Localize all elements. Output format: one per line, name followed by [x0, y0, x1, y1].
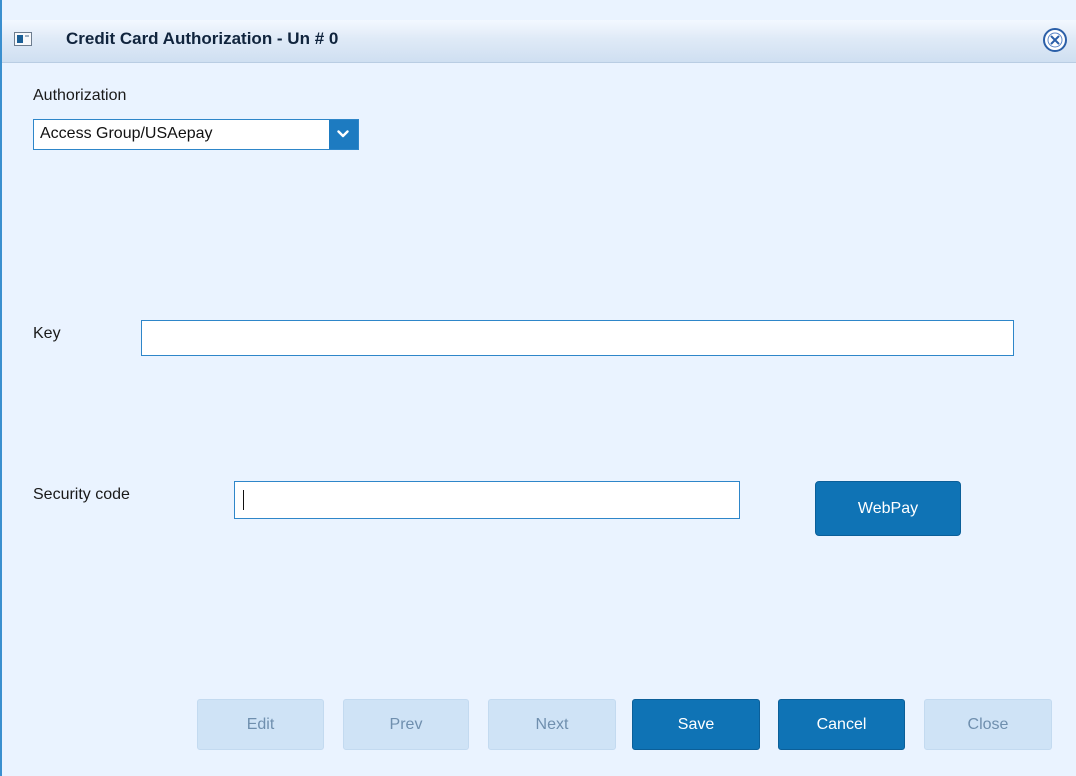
webpay-button[interactable]: WebPay: [815, 481, 961, 536]
security-code-label: Security code: [33, 486, 130, 503]
key-input[interactable]: [141, 320, 1014, 356]
close-circle-icon[interactable]: [1042, 27, 1068, 53]
key-label: Key: [33, 325, 61, 342]
text-caret: [243, 490, 244, 510]
credit-card-authorization-window: Credit Card Authorization - Un # 0 Autho…: [0, 0, 1076, 776]
security-code-field[interactable]: [234, 481, 740, 519]
save-button[interactable]: Save: [632, 699, 760, 750]
window-title: Credit Card Authorization - Un # 0: [66, 29, 339, 48]
authorization-label: Authorization: [33, 87, 127, 104]
app-window-icon: [14, 32, 32, 46]
authorization-select[interactable]: Access Group/USAepay: [33, 119, 359, 150]
security-code-input[interactable]: [234, 481, 740, 519]
title-bar: Credit Card Authorization - Un # 0: [2, 20, 1076, 63]
cancel-button[interactable]: Cancel: [778, 699, 905, 750]
close-button[interactable]: Close: [924, 699, 1052, 750]
prev-button[interactable]: Prev: [343, 699, 469, 750]
chevron-down-icon[interactable]: [329, 120, 358, 149]
edit-button[interactable]: Edit: [197, 699, 324, 750]
next-button[interactable]: Next: [488, 699, 616, 750]
authorization-selected-value: Access Group/USAepay: [40, 125, 213, 142]
